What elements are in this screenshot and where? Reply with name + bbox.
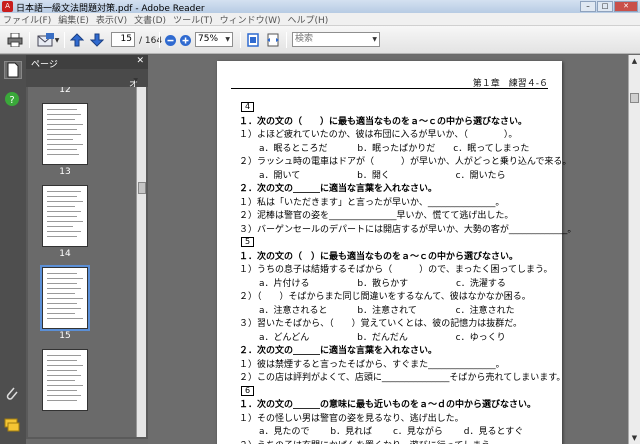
comment-icon [4, 418, 20, 432]
fit-page-icon [247, 33, 259, 47]
panel-scroll-thumb[interactable] [138, 182, 146, 194]
next-page-button[interactable] [89, 31, 105, 49]
fit-width-button[interactable] [264, 31, 282, 49]
answer-choices: a．片付ける b．散らかす c．洗濯する [259, 278, 506, 289]
page-icon [7, 62, 19, 78]
chevron-down-icon: ▼ [133, 77, 138, 84]
zoom-in-button[interactable] [178, 31, 192, 49]
print-button[interactable] [5, 31, 25, 49]
attachments-button[interactable] [4, 385, 22, 403]
window-controls: – □ ✕ [580, 1, 638, 12]
page-number-input[interactable]: 15 [111, 32, 135, 47]
question-line: １）よほど疲れていたのか、彼は布団に入るが早いか、（ ）。 [239, 130, 518, 140]
scroll-up-arrow-icon[interactable]: ▲ [629, 55, 640, 67]
document-scroll-thumb[interactable] [630, 93, 639, 103]
question-line: ２）この店は評判がよくて、店頭に_______________そばから売れてしま… [239, 373, 566, 383]
question-line: １）私は「いただきます」と言ったが早いか、_______________。 [239, 197, 505, 208]
close-window-button[interactable]: ✕ [614, 1, 638, 12]
answer-choices: a．開いて b．開く c．開いたら [259, 170, 506, 181]
zoom-out-button[interactable] [163, 31, 177, 49]
question-line: １）彼は禁煙すると言ったそばから、すぐまた_______________。 [239, 359, 505, 370]
menu-document[interactable]: 文書(D) [134, 13, 166, 26]
thumbnail-list: 12 13 14 15 [28, 87, 136, 437]
adobe-reader-icon: A [2, 1, 13, 12]
arrow-down-icon [90, 33, 104, 47]
thumbnail-label: 12 [59, 87, 71, 95]
menu-file[interactable]: ファイル(F) [3, 13, 51, 26]
menu-window[interactable]: ウィンドウ(W) [220, 13, 281, 26]
menu-edit[interactable]: 編集(E) [58, 13, 89, 26]
answer-choices: a．どんどん b．だんだん c．ゆっくり [259, 332, 506, 343]
zoom-in-icon [179, 34, 191, 46]
close-icon[interactable]: ✕ [136, 56, 144, 66]
question-line: １）うちの息子は結婚するそばから（ ）ので、まったく困ってしまう。 [239, 265, 553, 275]
search-placeholder: 検索 [295, 34, 314, 44]
chevron-down-icon: ▼ [372, 36, 377, 43]
header-rule [231, 88, 548, 89]
menu-view[interactable]: 表示(V) [96, 13, 127, 26]
toolbar: ▼ 15 / 164 75% ▼ 検索 ▼ [0, 26, 640, 54]
question-line: ３）バーゲンセールのデパートには開店するが早いか、大勢の客が__________… [239, 224, 577, 235]
thumbnail-label: 15 [59, 331, 71, 341]
pdf-page: 第１章 練習４-６ 4 １．次の文の（ ）に最も適当なものをａ～ｃの中から選びなさ… [217, 61, 576, 444]
zoom-value: 75% [198, 34, 219, 44]
maximize-button[interactable]: □ [597, 1, 613, 12]
options-menu[interactable]: オプション ▼ [26, 69, 148, 142]
answer-choices: a．注意されると b．注意されて c．注意された [259, 305, 515, 316]
svg-text:?: ? [9, 95, 14, 106]
thumbnail-label: 13 [59, 167, 71, 177]
paperclip-icon [6, 387, 18, 400]
minimize-button[interactable]: – [580, 1, 596, 12]
pages-panel: ページ ✕ オプション ▼ 12 13 14 15 [26, 55, 148, 439]
question-line: １）その怪しい男は警官の姿を見るなり、逃げ出した。 [239, 413, 464, 424]
scroll-down-arrow-icon[interactable]: ▼ [629, 432, 640, 444]
question-heading: ２．次の文の______に適当な言葉を入れなさい。 [239, 184, 438, 194]
section-number: 6 [241, 385, 254, 396]
menu-tools[interactable]: ツール(T) [173, 13, 213, 26]
envelope-icon [37, 33, 54, 47]
thumbnail-page-16[interactable] [42, 349, 88, 411]
document-area: 第１章 練習４-６ 4 １．次の文の（ ）に最も適当なものをａ～ｃの中から選びなさ… [148, 55, 628, 444]
question-line: ２）泥棒は警官の姿を_______________早いか、慌てて逃げ出した。 [239, 211, 514, 221]
section-number: 5 [241, 237, 254, 247]
thumbnail-page-13[interactable] [42, 103, 88, 165]
thumbnail-page-14[interactable] [42, 185, 88, 247]
chevron-down-icon: ▼ [225, 36, 230, 43]
answer-choices: a．眠るところだ b．眠ったばかりだ c．眠ってしまった [259, 143, 530, 154]
document-scrollbar[interactable]: ▲ ▼ [628, 55, 640, 444]
question-heading: １．次の文の（ ）に最も適当なものをａ～ｃの中から選びなさい。 [239, 251, 519, 262]
arrow-up-icon [70, 33, 84, 47]
printer-icon [7, 33, 23, 47]
fit-width-icon [267, 33, 279, 47]
zoom-select[interactable]: 75% ▼ [195, 32, 233, 47]
pages-panel-header: ページ ✕ [26, 55, 148, 70]
pages-panel-button[interactable] [4, 61, 22, 79]
help-button[interactable]: ? [4, 91, 22, 109]
answer-choices: a．見たので b．見れば c．見ながら d．見るとすぐ [259, 427, 524, 437]
comments-button[interactable] [4, 417, 22, 435]
zoom-out-icon [164, 34, 176, 46]
fit-page-button[interactable] [245, 31, 261, 49]
question-line: ３）習いたそばから、（ ）覚えていくとは、彼の記憶力は抜群だ。 [239, 319, 522, 329]
question-line: ２）ラッシュ時の電車はドアが（ ）が早いか、人がどっと乗り込んで来る。 [239, 157, 572, 167]
question-line: ２）（ ）そばからまた同じ間違いをするなんて、彼はなかなか困る。 [239, 292, 531, 302]
previous-page-button[interactable] [69, 31, 85, 49]
menu-bar: ファイル(F) 編集(E) 表示(V) 文書(D) ツール(T) ウィンドウ(W… [0, 13, 640, 26]
question-heading: ２．次の文の______に適当な言葉を入れなさい。 [239, 346, 438, 356]
question-line: ２）うちの子は玄関にかばんを置くなり、遊びに行ってしまう。 [239, 441, 499, 444]
help-icon: ? [5, 92, 19, 106]
section-number: 4 [241, 102, 254, 112]
panel-scrollbar[interactable] [136, 87, 146, 437]
thumbnail-page-15[interactable] [40, 265, 90, 331]
thumbnail-label: 14 [59, 249, 71, 259]
question-heading: １．次の文の（ ）に最も適当なものをａ～ｃの中から選びなさい。 [239, 116, 528, 127]
menu-help[interactable]: ヘルプ(H) [288, 13, 329, 26]
title-bar: A 日本語一級文法問題対策.pdf - Adobe Reader – □ ✕ [0, 0, 640, 14]
share-button[interactable]: ▼ [35, 31, 61, 49]
search-input[interactable]: 検索 ▼ [292, 32, 380, 47]
navigation-rail: ? [0, 55, 26, 444]
question-heading: １．次の文の______の意味に最も近いものをａ～ｄの中から選びなさい。 [239, 400, 537, 410]
